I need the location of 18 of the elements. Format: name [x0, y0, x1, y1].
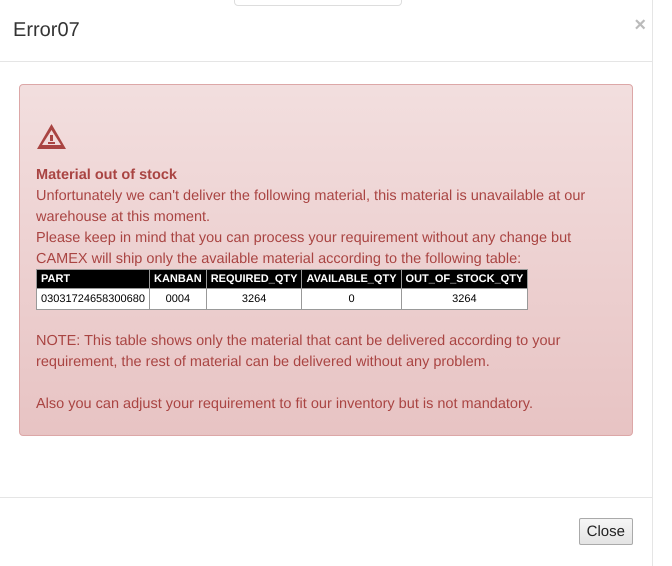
table-cell: 3264 [401, 288, 528, 310]
close-button[interactable]: Close [578, 518, 633, 545]
column-header: REQUIRED_QTY [206, 270, 302, 288]
column-header: KANBAN [150, 270, 206, 288]
alert-heading: Material out of stock [36, 166, 178, 185]
column-header: OUT_OF_STOCK_QTY [401, 270, 528, 288]
table-cell: 0004 [150, 288, 206, 310]
column-header: PART [36, 270, 150, 288]
alert-text: Unfortunately we can't deliver the following material, this material is unavailable at our warehouse at this moment. [36, 187, 586, 227]
alert-text: Please keep in mind that you can process your requirement without any change but CAMEX will ship only the available material according to the following table: [36, 229, 572, 269]
note-text: Also you can adjust your requirement to fit our inventory but is not mandatory. [36, 395, 534, 414]
table-cell: 3264 [206, 288, 302, 310]
note-text: NOTE: This table shows only the material that cant be delivered according to your requirement, the rest of material can be delivered without any problem. [36, 332, 562, 372]
table-cell: 03031724658300680 [36, 288, 150, 310]
table-cell: 0 [302, 288, 402, 310]
column-header: AVAILABLE_QTY [302, 270, 402, 288]
dialog-title: Error07 [13, 19, 80, 42]
warning-icon [36, 123, 67, 150]
